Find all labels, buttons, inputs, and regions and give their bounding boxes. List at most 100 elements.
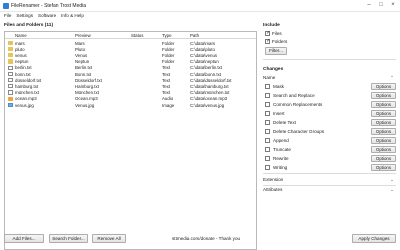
change-checkbox[interactable]: [265, 111, 270, 116]
remove-all-button[interactable]: Remove All: [92, 234, 126, 243]
file-icon: [8, 65, 13, 70]
options-button[interactable]: Options: [371, 164, 396, 171]
options-button[interactable]: Options: [371, 128, 396, 135]
file-table[interactable]: Name Preview Status Type Path mars Mars Fo…: [4, 31, 257, 250]
extension-section-label[interactable]: Extension: [263, 177, 283, 182]
cell-name: venus.jpg: [15, 102, 34, 108]
files-checkbox-label: Files: [272, 31, 282, 36]
chevron-up-icon[interactable]: ⌃: [390, 75, 394, 81]
cell-preview: München.txt: [75, 90, 99, 96]
change-label: Append: [273, 138, 289, 143]
folders-checkbox[interactable]: [265, 38, 270, 44]
cell-preview: Hamburg.txt: [75, 83, 99, 89]
cell-path: C:\data\venus: [190, 52, 218, 58]
cell-name: pluto: [15, 46, 25, 52]
change-checkbox[interactable]: [265, 147, 270, 152]
change-checkbox[interactable]: [265, 120, 270, 125]
change-label: Insert: [273, 111, 285, 116]
close-icon[interactable]: ×: [388, 1, 398, 9]
change-label: Delete Text: [273, 120, 296, 125]
menu-file[interactable]: File: [4, 12, 11, 20]
changes-name-label: Name: [263, 75, 276, 80]
cell-type: Text: [162, 65, 171, 71]
change-checkbox[interactable]: [265, 138, 270, 143]
change-checkbox[interactable]: [265, 129, 270, 134]
table-row[interactable]: venus.jpg Venus.jpg Image C:\data\venus.jpg: [5, 102, 256, 108]
folder-icon: [8, 53, 13, 58]
column-header-status[interactable]: Status: [131, 33, 143, 38]
cell-name: berlin.txt: [15, 65, 32, 71]
cell-path: C:\data\mars: [190, 40, 216, 46]
options-button[interactable]: Options: [371, 119, 396, 126]
menu-settings[interactable]: Settings: [16, 12, 33, 20]
options-button[interactable]: Options: [371, 137, 396, 144]
change-row: Mask Options: [263, 83, 396, 92]
files-checkbox[interactable]: [265, 30, 270, 36]
cell-type: Text: [162, 71, 171, 77]
cell-path: C:\data\düsseldorf.txt: [190, 77, 232, 83]
change-row: Delete Character Groups Options: [263, 128, 396, 137]
column-header-path[interactable]: Path: [190, 33, 199, 38]
cell-path: C:\data\venus.jpg: [190, 102, 225, 108]
options-button[interactable]: Options: [371, 101, 396, 108]
cell-name: ocean.mp3: [15, 96, 37, 102]
cell-preview: Ocean.mp3: [75, 96, 98, 102]
change-row: Common Replacements Options: [263, 101, 396, 110]
menu-software[interactable]: Software: [38, 12, 56, 20]
cell-path: C:\data\bonn.txt: [190, 71, 221, 77]
options-button[interactable]: Options: [371, 92, 396, 99]
search-folder-button[interactable]: Search Folder...: [49, 234, 88, 243]
menu-info-help[interactable]: Info & Help: [61, 12, 84, 20]
divider: [263, 185, 396, 186]
minimize-icon[interactable]: –: [364, 1, 374, 9]
cell-type: Folder: [162, 59, 175, 65]
divider: [263, 59, 396, 60]
change-label: Search and Replace: [273, 93, 315, 98]
options-button[interactable]: Options: [371, 83, 396, 90]
cell-type: Folder: [162, 52, 175, 58]
cell-path: C:\data\neptun: [190, 59, 219, 65]
cell-type: Folder: [162, 46, 175, 52]
change-row: Delete Text Options: [263, 119, 396, 128]
changes-title: Changes: [263, 67, 284, 72]
folder-icon: [8, 59, 13, 64]
cell-name: venus: [15, 52, 27, 58]
column-header-type[interactable]: Type: [162, 33, 172, 38]
change-row: Append Options: [263, 137, 396, 146]
options-button[interactable]: Options: [371, 110, 396, 117]
maximize-icon[interactable]: □: [376, 1, 386, 9]
filter-button[interactable]: Filter...: [265, 47, 287, 55]
change-label: Delete Character Groups: [273, 129, 325, 134]
attributes-section-label[interactable]: Attributes: [263, 187, 282, 192]
chevron-down-icon[interactable]: ⌄: [390, 187, 394, 193]
image-icon: [8, 102, 13, 107]
divider: [263, 173, 396, 174]
column-header-name[interactable]: Name: [15, 33, 27, 38]
chevron-down-icon[interactable]: ⌄: [390, 177, 394, 183]
cell-path: C:\data\berlin.txt: [190, 65, 222, 71]
change-label: Mask: [273, 84, 284, 89]
files-panel-title: Files and Folders (11): [4, 23, 54, 28]
change-row: Search and Replace Options: [263, 92, 396, 101]
change-checkbox[interactable]: [265, 93, 270, 98]
change-label: Common Replacements: [273, 102, 323, 107]
add-files-button[interactable]: Add Files...: [4, 234, 44, 243]
folders-checkbox-label: Folders: [272, 39, 288, 44]
cell-name: mars: [15, 40, 25, 46]
change-checkbox[interactable]: [265, 165, 270, 170]
cell-name: münchen.txt: [15, 90, 39, 96]
cell-type: Text: [162, 90, 171, 96]
files-panel: Files and Folders (11) Name Preview Stat…: [4, 21, 257, 250]
change-label: Truncate: [273, 147, 291, 152]
options-button[interactable]: Options: [371, 146, 396, 153]
change-checkbox[interactable]: [265, 156, 270, 161]
cell-preview: Venus.jpg: [75, 102, 95, 108]
change-checkbox[interactable]: [265, 84, 270, 89]
options-button[interactable]: Options: [371, 155, 396, 162]
cell-preview: Venus: [75, 52, 88, 58]
file-icon: [8, 90, 13, 95]
column-header-preview[interactable]: Preview: [75, 33, 91, 38]
change-checkbox[interactable]: [265, 102, 270, 107]
donate-status-text[interactable]: sttmedia.com/donate - Thank you: [172, 236, 240, 241]
change-row: Rewrite Options: [263, 155, 396, 164]
